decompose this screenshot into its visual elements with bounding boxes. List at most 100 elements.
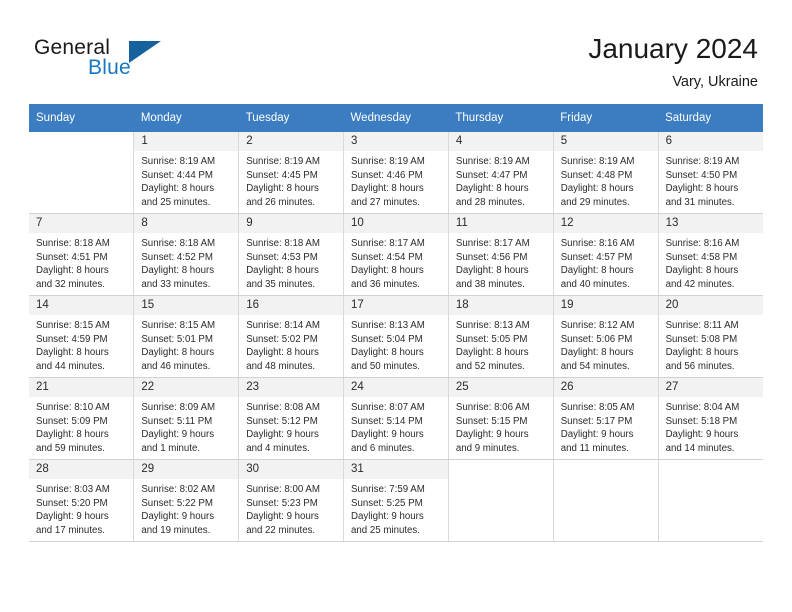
day-detail-line: Sunrise: 8:13 AM	[351, 320, 425, 331]
day-detail-line: and 36 minutes.	[351, 278, 420, 290]
day-detail-line: Daylight: 8 hours	[141, 183, 215, 195]
day-details: Sunrise: 8:04 AM Sunset: 5:18 PM Daylight:…	[659, 397, 763, 455]
calendar-cell-inner	[29, 132, 134, 213]
calendar-day-cell[interactable]: 26 Sunrise: 8:05 AM Sunset: 5:17 PM Dayligh…	[553, 377, 659, 460]
day-detail-line: Sunset: 5:14 PM	[351, 415, 423, 427]
calendar-day-cell[interactable]: 7 Sunrise: 8:18 AM Sunset: 4:51 PM Daylight…	[29, 213, 135, 296]
day-detail-line: and 38 minutes.	[455, 278, 525, 290]
day-detail-line: Sunrise: 8:04 AM	[665, 402, 740, 413]
day-number: 13	[658, 214, 763, 233]
day-number: 15	[134, 296, 239, 315]
calendar-day-cell[interactable]: 1 Sunrise: 8:19 AM Sunset: 4:44 PM Daylight…	[133, 132, 240, 214]
day-number: 25	[448, 378, 553, 397]
calendar-cell-inner: 27 Sunrise: 8:04 AM Sunset: 5:18 PM Dayligh…	[658, 378, 763, 459]
day-detail-line: Daylight: 8 hours	[351, 183, 424, 195]
day-number: 16	[239, 296, 344, 315]
calendar-week-row: 21 Sunrise: 8:10 AM Sunset: 5:09 PM Dayligh…	[29, 377, 763, 460]
day-detail-line: Sunset: 4:51 PM	[36, 251, 108, 263]
day-number	[448, 460, 553, 479]
calendar-week-row: 7 Sunrise: 8:18 AM Sunset: 4:51 PM Daylight…	[29, 213, 763, 296]
day-detail-line: Daylight: 9 hours	[665, 429, 739, 441]
day-detail-line: Sunset: 5:17 PM	[560, 415, 633, 427]
day-detail-line: Sunrise: 8:19 AM	[351, 156, 425, 167]
day-detail-line: Daylight: 8 hours	[665, 265, 739, 277]
calendar-day-cell[interactable]: 25 Sunrise: 8:06 AM Sunset: 5:15 PM Dayligh…	[448, 377, 554, 460]
calendar-day-cell[interactable]: 28 Sunrise: 8:03 AM Sunset: 5:20 PM Dayligh…	[29, 459, 135, 542]
calendar-day-cell[interactable]: 20 Sunrise: 8:11 AM Sunset: 5:08 PM Dayligh…	[658, 295, 763, 378]
calendar-day-cell[interactable]: 19 Sunrise: 8:12 AM Sunset: 5:06 PM Dayligh…	[553, 295, 659, 378]
day-number: 19	[553, 296, 658, 315]
calendar-day-cell[interactable]: 16 Sunrise: 8:14 AM Sunset: 5:02 PM Dayligh…	[238, 295, 345, 378]
calendar-day-cell[interactable]: 30 Sunrise: 8:00 AM Sunset: 5:23 PM Dayligh…	[238, 459, 345, 542]
calendar-header-row: Sunday Monday Tuesday Wednesday Thursday…	[29, 104, 763, 132]
day-details: Sunrise: 8:15 AM Sunset: 5:01 PM Daylight:…	[134, 315, 238, 373]
calendar-day-cell[interactable]: 3 Sunrise: 8:19 AM Sunset: 4:46 PM Daylight…	[343, 132, 449, 214]
day-detail-line: Sunset: 5:18 PM	[665, 415, 738, 427]
day-details: Sunrise: 7:59 AM Sunset: 5:25 PM Daylight:…	[344, 479, 448, 537]
calendar-cell-inner: 24 Sunrise: 8:07 AM Sunset: 5:14 PM Dayligh…	[344, 378, 448, 459]
day-detail-line: Sunrise: 8:00 AM	[246, 484, 320, 495]
calendar-day-cell[interactable]: 24 Sunrise: 8:07 AM Sunset: 5:14 PM Dayligh…	[343, 377, 449, 460]
day-detail-line: Sunrise: 8:03 AM	[36, 484, 110, 495]
day-detail-line: and 26 minutes.	[246, 196, 316, 208]
calendar-day-cell[interactable]: 13 Sunrise: 8:16 AM Sunset: 4:58 PM Dayligh…	[658, 213, 763, 296]
calendar-day-cell[interactable]: 29 Sunrise: 8:02 AM Sunset: 5:22 PM Dayligh…	[133, 459, 240, 542]
calendar-cell-inner: 1 Sunrise: 8:19 AM Sunset: 4:44 PM Daylight…	[134, 132, 239, 213]
page-header: General Blue January 2024 Vary, Ukraine	[0, 0, 792, 100]
day-details: Sunrise: 8:14 AM Sunset: 5:02 PM Daylight:…	[239, 315, 343, 373]
day-detail-line: and 28 minutes.	[455, 196, 525, 208]
calendar-day-cell[interactable]: 12 Sunrise: 8:16 AM Sunset: 4:57 PM Dayligh…	[553, 213, 659, 296]
day-detail-line: and 11 minutes.	[560, 442, 629, 454]
day-detail-line: Daylight: 9 hours	[141, 429, 215, 441]
day-detail-line: and 46 minutes.	[141, 360, 211, 372]
day-detail-line: Sunset: 4:47 PM	[455, 169, 528, 181]
day-details: Sunrise: 8:19 AM Sunset: 4:44 PM Daylight:…	[134, 151, 238, 209]
calendar-cell-inner	[658, 460, 763, 541]
brand-logo[interactable]: General Blue	[34, 36, 234, 86]
calendar-day-cell[interactable]: 10 Sunrise: 8:17 AM Sunset: 4:54 PM Dayligh…	[343, 213, 449, 296]
day-detail-line: and 25 minutes.	[141, 196, 211, 208]
calendar-day-cell[interactable]: 23 Sunrise: 8:08 AM Sunset: 5:12 PM Dayligh…	[238, 377, 345, 460]
day-detail-line: Daylight: 8 hours	[455, 183, 529, 195]
day-detail-line: Sunrise: 8:16 AM	[665, 238, 740, 249]
calendar-day-cell[interactable]: 31 Sunrise: 7:59 AM Sunset: 5:25 PM Dayligh…	[343, 459, 449, 542]
day-number: 12	[553, 214, 658, 233]
calendar-day-cell[interactable]: 27 Sunrise: 8:04 AM Sunset: 5:18 PM Dayligh…	[658, 377, 763, 460]
day-detail-line: Sunrise: 8:17 AM	[455, 238, 530, 249]
day-number: 8	[134, 214, 239, 233]
calendar-day-cell[interactable]: 15 Sunrise: 8:15 AM Sunset: 5:01 PM Dayligh…	[133, 295, 240, 378]
calendar-day-cell[interactable]: 22 Sunrise: 8:09 AM Sunset: 5:11 PM Dayligh…	[133, 377, 240, 460]
weekday-header-friday: Friday	[553, 104, 659, 132]
day-detail-line: Sunset: 5:02 PM	[246, 333, 318, 345]
calendar-cell-inner: 4 Sunrise: 8:19 AM Sunset: 4:47 PM Daylight…	[448, 132, 553, 213]
calendar-day-cell[interactable]: 9 Sunrise: 8:18 AM Sunset: 4:53 PM Daylight…	[238, 213, 345, 296]
calendar-day-cell[interactable]: 4 Sunrise: 8:19 AM Sunset: 4:47 PM Daylight…	[448, 132, 554, 214]
calendar-day-cell[interactable]: 18 Sunrise: 8:13 AM Sunset: 5:05 PM Dayligh…	[448, 295, 554, 378]
calendar-day-cell[interactable]: 6 Sunrise: 8:19 AM Sunset: 4:50 PM Daylight…	[658, 132, 763, 214]
weekday-header-wednesday: Wednesday	[343, 104, 449, 132]
day-number: 17	[344, 296, 448, 315]
calendar-day-cell[interactable]: 5 Sunrise: 8:19 AM Sunset: 4:48 PM Daylight…	[553, 132, 659, 214]
calendar-cell-inner: 21 Sunrise: 8:10 AM Sunset: 5:09 PM Dayligh…	[29, 378, 134, 459]
calendar-day-cell[interactable]: 17 Sunrise: 8:13 AM Sunset: 5:04 PM Dayligh…	[343, 295, 449, 378]
day-details: Sunrise: 8:02 AM Sunset: 5:22 PM Daylight:…	[134, 479, 238, 537]
day-detail-line: Sunset: 4:54 PM	[351, 251, 423, 263]
calendar-day-cell[interactable]: 11 Sunrise: 8:17 AM Sunset: 4:56 PM Dayligh…	[448, 213, 554, 296]
day-detail-line: Sunrise: 8:12 AM	[560, 320, 635, 331]
day-detail-line: Sunset: 4:53 PM	[246, 251, 318, 263]
day-detail-line: Sunset: 5:25 PM	[351, 497, 423, 509]
day-detail-line: and 27 minutes.	[351, 196, 420, 208]
calendar-day-cell[interactable]: 14 Sunrise: 8:15 AM Sunset: 4:59 PM Dayligh…	[29, 295, 135, 378]
day-detail-line: Sunrise: 8:07 AM	[351, 402, 425, 413]
day-detail-line: and 22 minutes.	[246, 524, 316, 536]
calendar-cell-inner: 26 Sunrise: 8:05 AM Sunset: 5:17 PM Dayligh…	[553, 378, 658, 459]
calendar-day-cell[interactable]: 8 Sunrise: 8:18 AM Sunset: 4:52 PM Daylight…	[133, 213, 240, 296]
calendar-cell-inner: 14 Sunrise: 8:15 AM Sunset: 4:59 PM Dayligh…	[29, 296, 134, 377]
calendar-day-cell[interactable]: 21 Sunrise: 8:10 AM Sunset: 5:09 PM Dayligh…	[29, 377, 135, 460]
calendar-week-row: 28 Sunrise: 8:03 AM Sunset: 5:20 PM Dayligh…	[29, 459, 763, 542]
day-detail-line: Daylight: 8 hours	[665, 183, 739, 195]
calendar-day-cell[interactable]: 2 Sunrise: 8:19 AM Sunset: 4:45 PM Daylight…	[238, 132, 345, 214]
calendar-cell-inner: 31 Sunrise: 7:59 AM Sunset: 5:25 PM Dayligh…	[344, 460, 448, 541]
day-detail-line: and 4 minutes.	[246, 442, 310, 454]
calendar-page: General Blue January 2024 Vary, Ukraine …	[0, 0, 792, 612]
